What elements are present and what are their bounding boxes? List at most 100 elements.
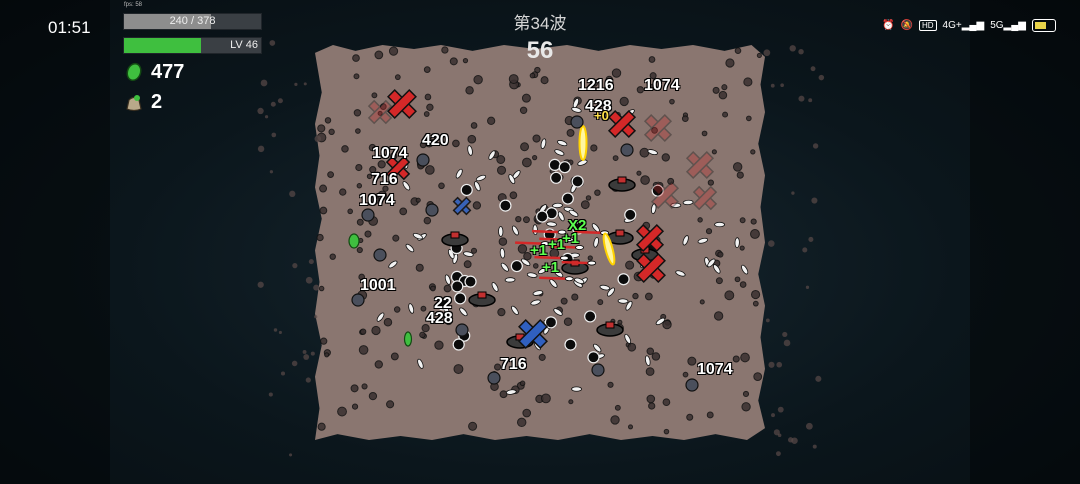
debris-rock [472, 201, 482, 210]
bullet [540, 138, 547, 149]
debris-rock [646, 347, 655, 355]
faded-cross-marker [692, 185, 718, 211]
debris-rock-outside [289, 190, 296, 197]
debris-rock [662, 398, 671, 407]
debris-rock-outside [257, 107, 264, 115]
debris-rock [750, 218, 757, 225]
debris-rock [541, 393, 551, 404]
debris-rock [443, 284, 452, 293]
debris-rock [701, 130, 708, 137]
debris-rock-outside [269, 170, 274, 174]
debris-rock-outside [798, 95, 805, 102]
debris-rock [697, 217, 703, 223]
debris-rock [632, 292, 639, 300]
heal-number: +1 [562, 230, 580, 247]
debris-rock [663, 428, 670, 435]
debris-rock-outside [776, 361, 783, 368]
damage-number: 1074 [644, 77, 680, 94]
damage-number: 1074 [372, 145, 408, 162]
debris-rock [508, 74, 519, 84]
debris-rock [532, 155, 538, 161]
debris-rock-outside [773, 429, 780, 436]
dark-orb [550, 171, 563, 184]
debris-rock [319, 184, 328, 193]
debris-rock [521, 93, 531, 103]
debris-rock-outside [775, 451, 781, 457]
debris-rock [669, 98, 675, 105]
damage-number: 716 [500, 356, 527, 373]
debris-rock-outside [771, 413, 776, 418]
damage-number: 1001 [360, 277, 396, 294]
debris-rock [724, 290, 735, 301]
debris-rock [424, 93, 432, 101]
debris-rock [636, 86, 644, 94]
debris-rock [394, 74, 401, 81]
bullet [532, 224, 538, 236]
debris-rock [571, 293, 579, 301]
debris-rock [522, 157, 532, 168]
debris-rock-outside [818, 74, 825, 81]
debris-rock [640, 175, 650, 185]
debris-rock [732, 162, 743, 172]
debris-rock-outside [314, 315, 318, 319]
material-drop [348, 233, 360, 249]
debris-rock [611, 68, 622, 78]
debris-rock-outside [802, 247, 808, 253]
bullet [557, 211, 565, 222]
debris-rock-outside [768, 361, 775, 368]
bullet [444, 274, 451, 285]
debris-rock [627, 342, 637, 352]
debris-rock [587, 255, 593, 261]
enemy [685, 378, 699, 392]
material-icon [126, 62, 142, 82]
debris-rock [356, 218, 364, 226]
ally-cross-marker [452, 196, 472, 216]
damage-number: 1216 [578, 77, 614, 94]
debris-rock-outside [278, 330, 282, 335]
debris-rock [661, 153, 670, 162]
debris-rock [699, 299, 705, 305]
debris-rock-outside [264, 115, 269, 119]
fps-counter: fps: 58 [124, 2, 143, 8]
debris-rock [318, 285, 325, 292]
bullet [571, 386, 582, 392]
bullet [504, 277, 516, 283]
bullet [405, 243, 415, 253]
bullet [467, 145, 473, 156]
debris-rock [392, 234, 400, 242]
rocket-trail [539, 276, 568, 280]
debris-rock [580, 200, 590, 210]
debris-rock-outside [280, 371, 286, 376]
debris-rock [356, 246, 363, 254]
bullet [505, 389, 517, 395]
debris-rock [361, 383, 368, 390]
damage-number: 428 [426, 310, 453, 327]
enemy [591, 363, 605, 377]
debris-rock [499, 390, 508, 399]
debris-rock [746, 115, 752, 122]
debris-rock [473, 75, 483, 85]
debris-rock [434, 340, 444, 350]
debris-rock [717, 251, 724, 258]
debris-rock-outside [277, 98, 283, 104]
debris-rock [415, 263, 424, 272]
energy-beam [578, 125, 588, 161]
bullet [593, 237, 599, 248]
damage-number: 1074 [359, 192, 395, 209]
debris-rock [607, 381, 614, 388]
debris-rock [324, 117, 332, 124]
dark-orb [460, 183, 473, 197]
turret-head [615, 229, 625, 237]
debris-rock-outside [791, 191, 795, 195]
debris-rock [341, 145, 349, 153]
debris-rock-outside [812, 444, 817, 449]
debris-rock-outside [787, 437, 794, 443]
debris-rock [364, 230, 372, 238]
debris-rock-outside [770, 83, 775, 88]
bullet [644, 355, 651, 366]
debris-rock [529, 72, 536, 79]
debris-rock [614, 404, 621, 411]
dark-orb [584, 310, 597, 323]
debris-rock [742, 390, 750, 398]
debris-rock [645, 367, 655, 376]
